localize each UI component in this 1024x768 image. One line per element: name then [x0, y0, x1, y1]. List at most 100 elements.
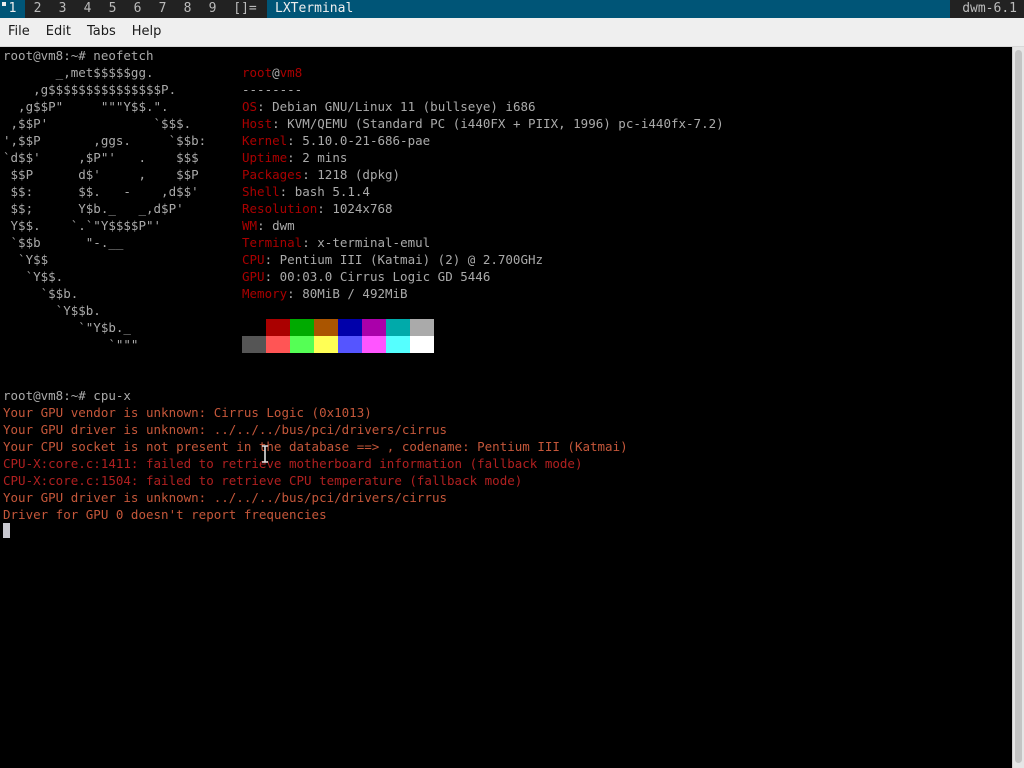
color-swatch	[242, 319, 266, 336]
info-value: bash 5.1.4	[294, 184, 370, 199]
terminal-menu-bar: File Edit Tabs Help	[0, 18, 1024, 47]
color-swatch-bright	[266, 336, 290, 353]
color-swatch-bright	[410, 336, 434, 353]
color-swatch	[410, 319, 434, 336]
color-swatch-bright	[242, 336, 266, 353]
logo-line: `Y$$	[3, 252, 49, 267]
info-colon: :	[302, 235, 318, 250]
output-line: Your GPU driver is unknown: ../../../bus…	[3, 490, 448, 505]
info-label: OS	[242, 99, 258, 114]
output-line: Your CPU socket is not present in the da…	[3, 439, 628, 454]
output-line: Your GPU vendor is unknown: Cirrus Logic…	[3, 405, 372, 420]
tag-8[interactable]: 8	[175, 0, 200, 18]
color-swatch-bright	[290, 336, 314, 353]
tag-9[interactable]: 9	[200, 0, 225, 18]
tag-2[interactable]: 2	[25, 0, 50, 18]
output-line: Your GPU driver is unknown: ../../../bus…	[3, 422, 448, 437]
color-swatch	[314, 319, 338, 336]
color-swatch	[362, 319, 386, 336]
info-label: Packages	[242, 167, 303, 182]
logo-line: `Y$$.	[3, 269, 64, 284]
tag-1[interactable]: 1	[0, 0, 25, 18]
color-swatch-bright	[362, 336, 386, 353]
info-value: 5.10.0-21-686-pae	[302, 133, 431, 148]
logo-line: ,g$$$$$$$$$$$$$$$P.	[3, 82, 177, 97]
tag-list: 123456789	[0, 0, 225, 18]
info-label: GPU	[242, 269, 265, 284]
info-row: Shell: bash 5.1.4	[242, 183, 370, 200]
color-swatch-bright	[314, 336, 338, 353]
info-value: 1024x768	[332, 201, 393, 216]
window-title: LXTerminal	[267, 0, 951, 18]
logo-line: ,$$P' `$$$.	[3, 116, 192, 131]
info-colon: :	[272, 116, 288, 131]
info-label: Shell	[242, 184, 280, 199]
scrollbar-thumb[interactable]	[1015, 50, 1022, 763]
prompt-neofetch: root@vm8:~# neofetch	[3, 48, 154, 63]
menu-file[interactable]: File	[0, 18, 38, 46]
info-label: Memory	[242, 286, 288, 301]
logo-line: `"Y$b._	[3, 320, 131, 335]
info-colon: :	[317, 201, 333, 216]
tag-5[interactable]: 5	[100, 0, 125, 18]
info-label: WM	[242, 218, 258, 233]
info-colon: :	[302, 167, 318, 182]
color-swatch	[290, 319, 314, 336]
info-host: vm8	[279, 65, 303, 80]
terminal-scrollbar[interactable]	[1012, 47, 1024, 768]
logo-line: $$P d$' , $$P	[3, 167, 199, 182]
info-label: Kernel	[242, 133, 288, 148]
color-swatch-bright	[386, 336, 410, 353]
output-line: CPU-X:core.c:1504: failed to retrieve CP…	[3, 473, 523, 488]
logo-line: Y$$. `.`"Y$$$$P"'	[3, 218, 162, 233]
tag-6[interactable]: 6	[125, 0, 150, 18]
info-user: root	[242, 65, 273, 80]
info-row: Terminal: x-terminal-emul	[242, 234, 430, 251]
terminal-output[interactable]: root@vm8:~# neofetch _,met$$$$$gg. ,g$$$…	[0, 47, 1012, 768]
info-value: 00:03.0 Cirrus Logic GD 5446	[279, 269, 491, 284]
info-row: Kernel: 5.10.0-21-686-pae	[242, 132, 430, 149]
layout-symbol[interactable]: []=	[227, 0, 263, 18]
logo-line: `$$b.	[3, 286, 79, 301]
prompt-cpu-x: root@vm8:~# cpu-x	[3, 388, 131, 403]
info-separator: --------	[242, 82, 303, 97]
info-colon: :	[279, 184, 295, 199]
tag-7[interactable]: 7	[150, 0, 175, 18]
status-text: dwm-6.1	[950, 0, 1024, 18]
color-swatch-bright	[338, 336, 362, 353]
info-value: 80MiB / 492MiB	[302, 286, 408, 301]
logo-line: ,g$$P" """Y$$.".	[3, 99, 169, 114]
logo-line: _,met$$$$$gg.	[3, 65, 154, 80]
info-value: dwm	[272, 218, 295, 233]
info-row: GPU: 00:03.0 Cirrus Logic GD 5446	[242, 268, 490, 285]
output-line: Driver for GPU 0 doesn't report frequenc…	[3, 507, 327, 522]
menu-edit[interactable]: Edit	[38, 18, 79, 46]
info-row: Resolution: 1024x768	[242, 200, 393, 217]
color-swatch	[266, 319, 290, 336]
info-colon: :	[287, 150, 303, 165]
info-row: Memory: 80MiB / 492MiB	[242, 285, 408, 302]
terminal-cursor	[3, 523, 10, 538]
info-label: Terminal	[242, 235, 303, 250]
info-label: Host	[242, 116, 273, 131]
info-value: KVM/QEMU (Standard PC (i440FX + PIIX, 19…	[287, 116, 724, 131]
info-colon: :	[257, 218, 273, 233]
tag-4[interactable]: 4	[75, 0, 100, 18]
info-at: @	[272, 65, 280, 80]
info-value: Debian GNU/Linux 11 (bullseye) i686	[272, 99, 536, 114]
logo-line: `d$$' ,$P"' . $$$	[3, 150, 199, 165]
logo-line: `$$b "-.__	[3, 235, 124, 250]
info-label: Resolution	[242, 201, 318, 216]
info-colon: :	[257, 99, 273, 114]
logo-line: ',$$P ,ggs. `$$b:	[3, 133, 207, 148]
info-value: 2 mins	[302, 150, 348, 165]
menu-tabs[interactable]: Tabs	[79, 18, 124, 46]
color-palette-normal	[242, 319, 434, 336]
info-row: OS: Debian GNU/Linux 11 (bullseye) i686	[242, 98, 536, 115]
output-line: CPU-X:core.c:1411: failed to retrieve mo…	[3, 456, 583, 471]
logo-line: $$: $$. - ,d$$'	[3, 184, 199, 199]
logo-line: `"""	[3, 337, 139, 352]
menu-help[interactable]: Help	[124, 18, 170, 46]
info-row: WM: dwm	[242, 217, 295, 234]
tag-3[interactable]: 3	[50, 0, 75, 18]
